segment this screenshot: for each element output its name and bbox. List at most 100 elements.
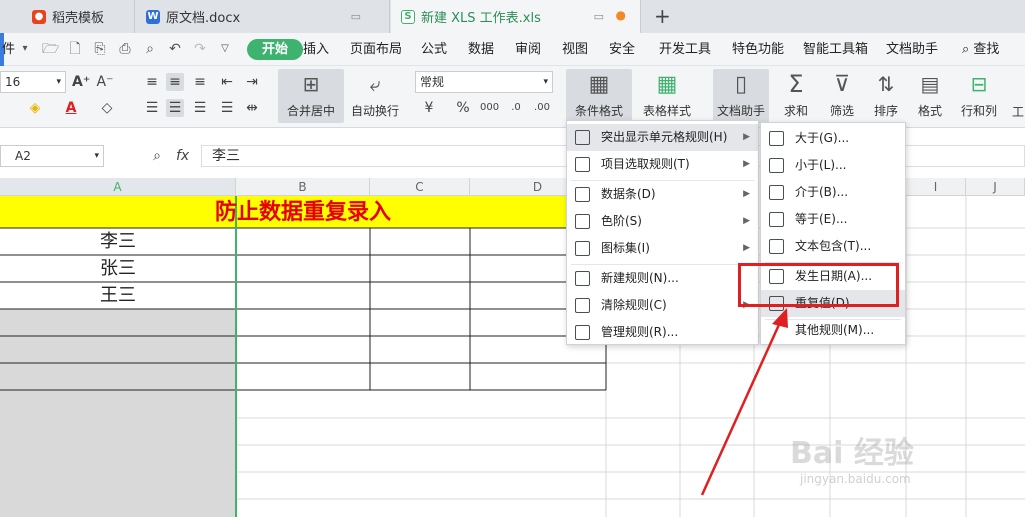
new-tab-plus-icon[interactable]: + <box>654 4 671 28</box>
tab-review[interactable]: 审阅 <box>515 33 541 66</box>
tab-insert[interactable]: 插入 <box>303 33 329 66</box>
indent-increase-icon[interactable]: ⇥ <box>243 73 261 91</box>
zoom-formula-icon[interactable]: ⌕ <box>148 147 166 165</box>
tab-doc[interactable]: W 原文档.docx ▭ <box>136 0 390 33</box>
cell-a4[interactable]: 王三 <box>0 282 236 309</box>
equal-to-icon <box>769 212 784 227</box>
sheet-title-cell[interactable]: 防止数据重复录入 <box>0 196 606 228</box>
cell-a2[interactable]: 李三 <box>0 228 236 255</box>
sort-icon: ⇅ <box>877 72 895 96</box>
file-icon[interactable]: 🗋 <box>67 41 83 57</box>
increase-decimal-icon[interactable]: .0 <box>507 99 525 117</box>
tab-formula[interactable]: 公式 <box>421 33 447 66</box>
justify-icon[interactable]: ☰ <box>218 99 236 117</box>
submenu-text-contains[interactable]: 文本包含(T)... <box>761 233 905 260</box>
sheet-icon: S <box>401 9 415 24</box>
align-top-icon[interactable]: ≡ <box>143 73 161 91</box>
font-color-icon[interactable]: A <box>62 99 80 117</box>
align-bottom-icon[interactable]: ≡ <box>191 73 209 91</box>
open-folder-icon[interactable]: 🗁 <box>42 41 59 57</box>
sum-icon: Σ <box>788 70 804 98</box>
conditional-format-button[interactable]: ▦ 条件格式 <box>566 69 632 123</box>
indent-decrease-icon[interactable]: ⇤ <box>218 73 236 91</box>
menu-data-bars[interactable]: 数据条(D) ▶ <box>567 181 758 208</box>
monitor-icon[interactable]: ▭ <box>351 10 361 23</box>
thousands-icon[interactable]: 000 <box>480 99 499 117</box>
doc-helper-button[interactable]: ▯ 文档助手 <box>713 69 769 123</box>
tab-smart-tools[interactable]: 智能工具箱 <box>803 33 868 66</box>
tab-xls[interactable]: S 新建 XLS 工作表.xls ▭ ● <box>391 0 641 33</box>
col-header-a[interactable]: A <box>0 178 236 196</box>
tab-start[interactable]: 开始 <box>247 39 303 60</box>
align-left-icon[interactable]: ☰ <box>143 99 161 117</box>
distribute-icon[interactable]: ⇹ <box>243 99 261 117</box>
undo-icon[interactable]: ↶ <box>167 41 183 57</box>
number-format-select[interactable]: 常规 ▾ <box>415 71 553 93</box>
col-header-i[interactable]: I <box>906 178 966 196</box>
preview-icon[interactable]: ⌕ <box>142 41 158 57</box>
col-header-c[interactable]: C <box>370 178 470 196</box>
menu-color-scales[interactable]: 色阶(S) ▶ <box>567 208 758 235</box>
tab-docer[interactable]: ● 稻壳模板 <box>0 0 135 33</box>
chevron-right-icon: ▶ <box>743 216 750 226</box>
menu-highlight-rules[interactable]: 突出显示单元格规则(H) ▶ <box>567 124 758 151</box>
highlight-rules-icon <box>575 130 590 145</box>
decrease-decimal-icon[interactable]: .00 <box>533 99 551 117</box>
print-icon[interactable]: ⎙ <box>117 41 133 57</box>
tab-view[interactable]: 视图 <box>562 33 588 66</box>
sum-button[interactable]: Σ 求和 <box>776 69 816 119</box>
text-contains-icon <box>769 239 784 254</box>
submenu-greater-than[interactable]: 大于(G)... <box>761 125 905 152</box>
work-partial-label[interactable]: 工 <box>1012 103 1024 120</box>
submenu-less-than[interactable]: 小于(L)... <box>761 152 905 179</box>
chevron-down-icon: ▾ <box>543 77 548 87</box>
less-than-icon <box>769 158 784 173</box>
fill-color-icon[interactable]: ◈ <box>26 99 44 117</box>
filter-button[interactable]: ⊽ 筛选 <box>822 69 862 119</box>
percent-icon[interactable]: % <box>454 99 472 117</box>
col-header-b[interactable]: B <box>236 178 370 196</box>
doc-helper-icon: ▯ <box>734 71 748 97</box>
chevron-right-icon: ▶ <box>743 159 750 169</box>
tab-page-layout[interactable]: 页面布局 <box>350 33 402 66</box>
more-chevron-icon[interactable]: ▽ <box>217 41 233 57</box>
menu-top-bottom-rules[interactable]: 项目选取规则(T) ▶ <box>567 151 758 178</box>
name-box[interactable]: A2 ▾ <box>0 145 104 167</box>
font-size-select[interactable]: 16 ▾ <box>0 71 66 93</box>
tab-label: 稻壳模板 <box>52 11 105 26</box>
row-col-button[interactable]: ⊟ 行和列 <box>955 69 1003 119</box>
menu-icon-sets[interactable]: 图标集(I) ▶ <box>567 235 758 262</box>
redo-icon[interactable]: ↷ <box>192 41 208 57</box>
unsaved-dot-icon: ● <box>615 8 626 22</box>
tab-features[interactable]: 特色功能 <box>732 33 784 66</box>
submenu-between[interactable]: 介于(B)... <box>761 179 905 206</box>
cell-a3[interactable]: 张三 <box>0 255 236 282</box>
table-style-button[interactable]: ▦ 表格样式 <box>636 69 698 119</box>
search-button[interactable]: ⌕ 查找 <box>962 33 999 66</box>
align-right-icon[interactable]: ☰ <box>191 99 209 117</box>
clear-format-icon[interactable]: ◇ <box>98 99 116 117</box>
chevron-down-icon[interactable]: ▾ <box>17 41 33 57</box>
wrap-text-button[interactable]: ⤶ 自动换行 <box>348 69 402 119</box>
sort-button[interactable]: ⇅ 排序 <box>866 69 906 119</box>
align-center-icon[interactable]: ☰ <box>166 99 184 117</box>
export-icon[interactable]: ⎘ <box>92 41 108 57</box>
menu-new-rule[interactable]: 新建规则(N)... <box>567 265 758 292</box>
merge-center-button[interactable]: ⊞ 合并居中 <box>278 69 344 123</box>
submenu-equal-to[interactable]: 等于(E)... <box>761 206 905 233</box>
tab-developer[interactable]: 开发工具 <box>659 33 711 66</box>
decrease-font-icon[interactable]: A⁻ <box>96 73 114 91</box>
monitor-icon[interactable]: ▭ <box>594 10 604 23</box>
col-header-j[interactable]: J <box>966 178 1025 196</box>
fx-icon[interactable]: fx <box>176 148 189 164</box>
docer-icon: ● <box>32 9 46 24</box>
format-button[interactable]: ▤ 格式 <box>910 69 950 119</box>
chevron-right-icon: ▶ <box>743 132 750 142</box>
currency-icon[interactable]: ¥ <box>420 99 438 117</box>
increase-font-icon[interactable]: A⁺ <box>72 73 90 91</box>
align-middle-icon[interactable]: ≡ <box>166 73 184 91</box>
tab-data[interactable]: 数据 <box>468 33 494 66</box>
tab-security[interactable]: 安全 <box>609 33 635 66</box>
tab-doc-helper[interactable]: 文档助手 <box>886 33 938 66</box>
file-menu[interactable]: 件 <box>2 33 15 66</box>
